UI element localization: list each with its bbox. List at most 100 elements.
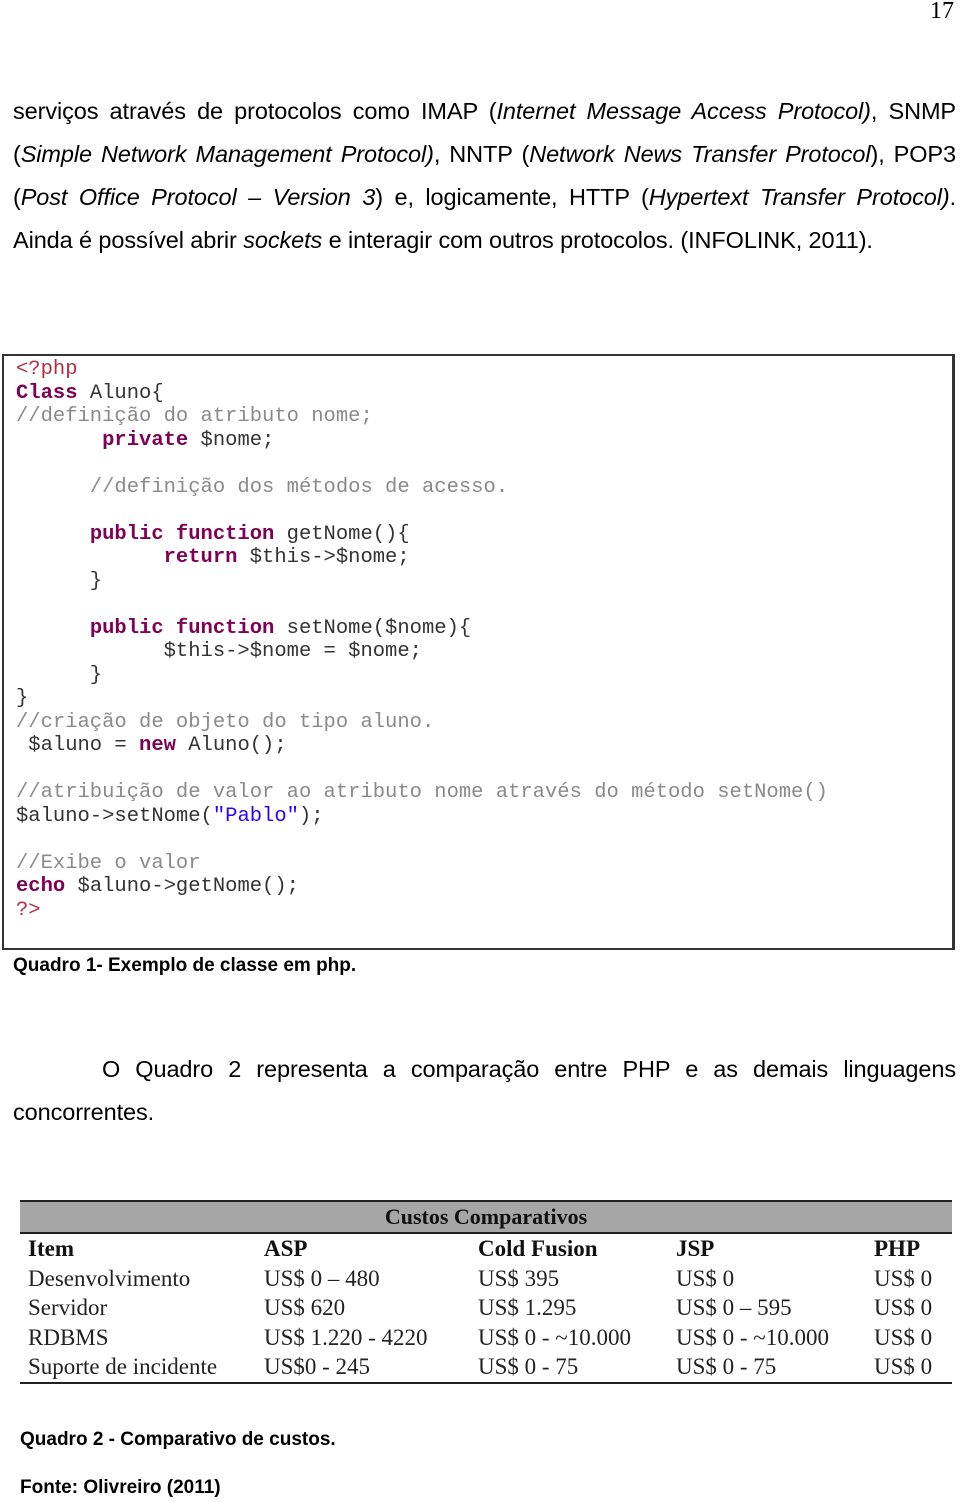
code-line: $this->$nome = $nome; — [16, 640, 828, 664]
cost-cell: US$ 0 — [874, 1295, 933, 1320]
code-token-var: $this->$nome = $nome; — [16, 640, 422, 663]
cost-cell: US$ 1.220 - 4220 — [264, 1324, 428, 1350]
row-label-cell: Desenvolvimento — [28, 1265, 191, 1291]
figure-source: Fonte: Olivreiro (2011) — [20, 1477, 221, 1498]
code-token-var: Aluno{ — [77, 381, 164, 405]
italic-term: Internet Message Access Protocol) — [496, 98, 871, 124]
body-paragraph-comparison: O Quadro 2 representa a comparação entre… — [13, 1056, 956, 1125]
row-label-cell: Servidor — [28, 1295, 108, 1320]
code-line: //definição dos métodos de acesso. — [16, 476, 828, 500]
text-run: e interagir com outros protocolos. (INFO… — [322, 227, 873, 253]
text-run: serviços através de protocolos como IMAP… — [13, 98, 497, 124]
code-line: public function setNome($nome){ — [16, 617, 828, 641]
italic-term: Hypertext Transfer Protocol) — [648, 184, 950, 210]
table-row: Servidor US$ 620 US$ 1.295 US$ 0 – 595 US$ 0 — [20, 1293, 952, 1323]
code-token-var: $aluno->setNome( — [16, 804, 213, 828]
cost-cell: US$ 0 - 75 — [478, 1354, 579, 1379]
code-line: <?php — [16, 358, 828, 382]
code-token-var: $aluno->getNome(); — [65, 875, 299, 898]
code-token-php: <?php — [16, 358, 78, 381]
code-line: Class Aluno{ — [16, 382, 828, 406]
italic-term: Network News Transfer Protocol — [529, 141, 871, 167]
code-line: ?> — [16, 899, 828, 923]
code-token-var: $aluno = — [16, 734, 140, 757]
code-line: return $this->$nome; — [16, 546, 828, 570]
cost-cell: US$ 395 — [478, 1265, 560, 1291]
code-line: echo $aluno->getNome(); — [16, 875, 828, 899]
code-line: $aluno = new Aluno(); — [16, 734, 828, 758]
cost-cell: US$ 0 — [874, 1354, 933, 1379]
code-listing-box: <?php Class Aluno{//definição do atributo… — [2, 354, 955, 950]
code-token-var — [16, 429, 102, 452]
column-header-asp: ASP — [264, 1236, 308, 1261]
php-code-listing: <?php Class Aluno{//definição do atributo… — [16, 358, 828, 922]
code-token-kw: return — [163, 546, 238, 569]
table-title: Custos Comparativos — [20, 1200, 952, 1234]
text-run: ) e, logicamente, HTTP ( — [375, 184, 649, 210]
code-token-kw: public function — [89, 616, 275, 640]
cost-cell: US$ 0 - ~10.000 — [478, 1324, 632, 1350]
cost-cell: US$0 - 245 — [264, 1354, 371, 1379]
code-token-var: $this->$nome; — [237, 546, 410, 569]
code-line: $aluno->setNome("Pablo"); — [16, 805, 828, 829]
table-row: Suporte de incidente US$0 - 245 US$ 0 - 75… — [20, 1352, 952, 1383]
code-token-kw: public function — [89, 522, 275, 546]
italic-term: sockets — [243, 227, 323, 253]
code-token-php: ?> — [16, 898, 41, 922]
code-token-var — [16, 546, 164, 569]
cost-cell: US$ 0 – 480 — [264, 1265, 380, 1291]
cost-cell: US$ 0 – 595 — [676, 1295, 792, 1320]
row-label-cell: RDBMS — [28, 1324, 109, 1350]
code-line: //Exibe o valor — [16, 852, 828, 876]
code-line: //atribuição de valor ao atributo nome a… — [16, 781, 828, 805]
code-line: //criação de objeto do tipo aluno. — [16, 711, 828, 735]
code-token-var: } — [16, 569, 103, 593]
code-token-cm: //definição dos métodos de acesso. — [16, 475, 509, 499]
cost-cell: US$ 0 — [874, 1324, 933, 1350]
column-header-item: Item — [28, 1236, 74, 1261]
code-token-kw: new — [139, 734, 176, 757]
code-token-kw: echo — [16, 875, 66, 898]
code-line: public function getNome(){ — [16, 523, 828, 547]
code-token-var: ); — [298, 804, 324, 828]
code-line: private $nome; — [16, 429, 828, 453]
code-line: //definição do atributo nome; — [16, 405, 828, 429]
column-header-php: PHP — [874, 1236, 920, 1261]
code-line: } — [16, 570, 828, 594]
code-token-kw: Class — [16, 381, 78, 405]
code-token-cm: //definição do atributo nome; — [16, 405, 373, 428]
cost-cell: US$ 0 — [676, 1265, 735, 1291]
code-token-var: Aluno(); — [175, 734, 287, 757]
code-token-var: } — [16, 663, 103, 687]
page-number: 17 — [930, 0, 954, 24]
code-token-var — [16, 617, 90, 640]
cost-cell: US$ 0 - ~10.000 — [676, 1324, 830, 1350]
cost-table-grid: Item ASP Cold Fusion JSP PHP Desenvolvim… — [20, 1234, 952, 1384]
row-label-cell: Suporte de incidente — [28, 1354, 218, 1379]
code-token-var — [16, 523, 90, 546]
code-token-cm: //criação de objeto do tipo aluno. — [16, 710, 435, 734]
code-token-cm: //Exibe o valor — [16, 851, 201, 875]
cost-cell: US$ 1.295 — [478, 1295, 577, 1320]
italic-term: Simple Network Management Protocol) — [20, 141, 434, 167]
figure-caption-quadro-2: Quadro 2 - Comparativo de custos. — [20, 1429, 336, 1450]
code-token-var: getNome(){ — [274, 522, 410, 546]
table-header-row: Item ASP Cold Fusion JSP PHP — [20, 1234, 952, 1264]
cost-cell: US$ 620 — [264, 1295, 346, 1320]
table-row: RDBMS US$ 1.220 - 4220 US$ 0 - ~10.000 US$ … — [20, 1323, 952, 1353]
text-run: , NNTP ( — [433, 141, 530, 167]
column-header-jsp: JSP — [676, 1236, 715, 1261]
cost-cell: US$ 0 — [874, 1265, 933, 1291]
code-token-var: setNome($nome){ — [274, 616, 472, 640]
code-token-var: $nome; — [188, 428, 275, 452]
body-paragraph-protocols: serviços através de protocolos como IMAP… — [13, 90, 956, 262]
code-token-kw: private — [102, 428, 189, 452]
figure-caption-quadro-1: Quadro 1- Exemplo de classe em php. — [13, 955, 357, 976]
cost-cell: US$ 0 - 75 — [676, 1354, 777, 1379]
code-token-cm: //atribuição de valor ao atributo nome a… — [16, 781, 828, 804]
